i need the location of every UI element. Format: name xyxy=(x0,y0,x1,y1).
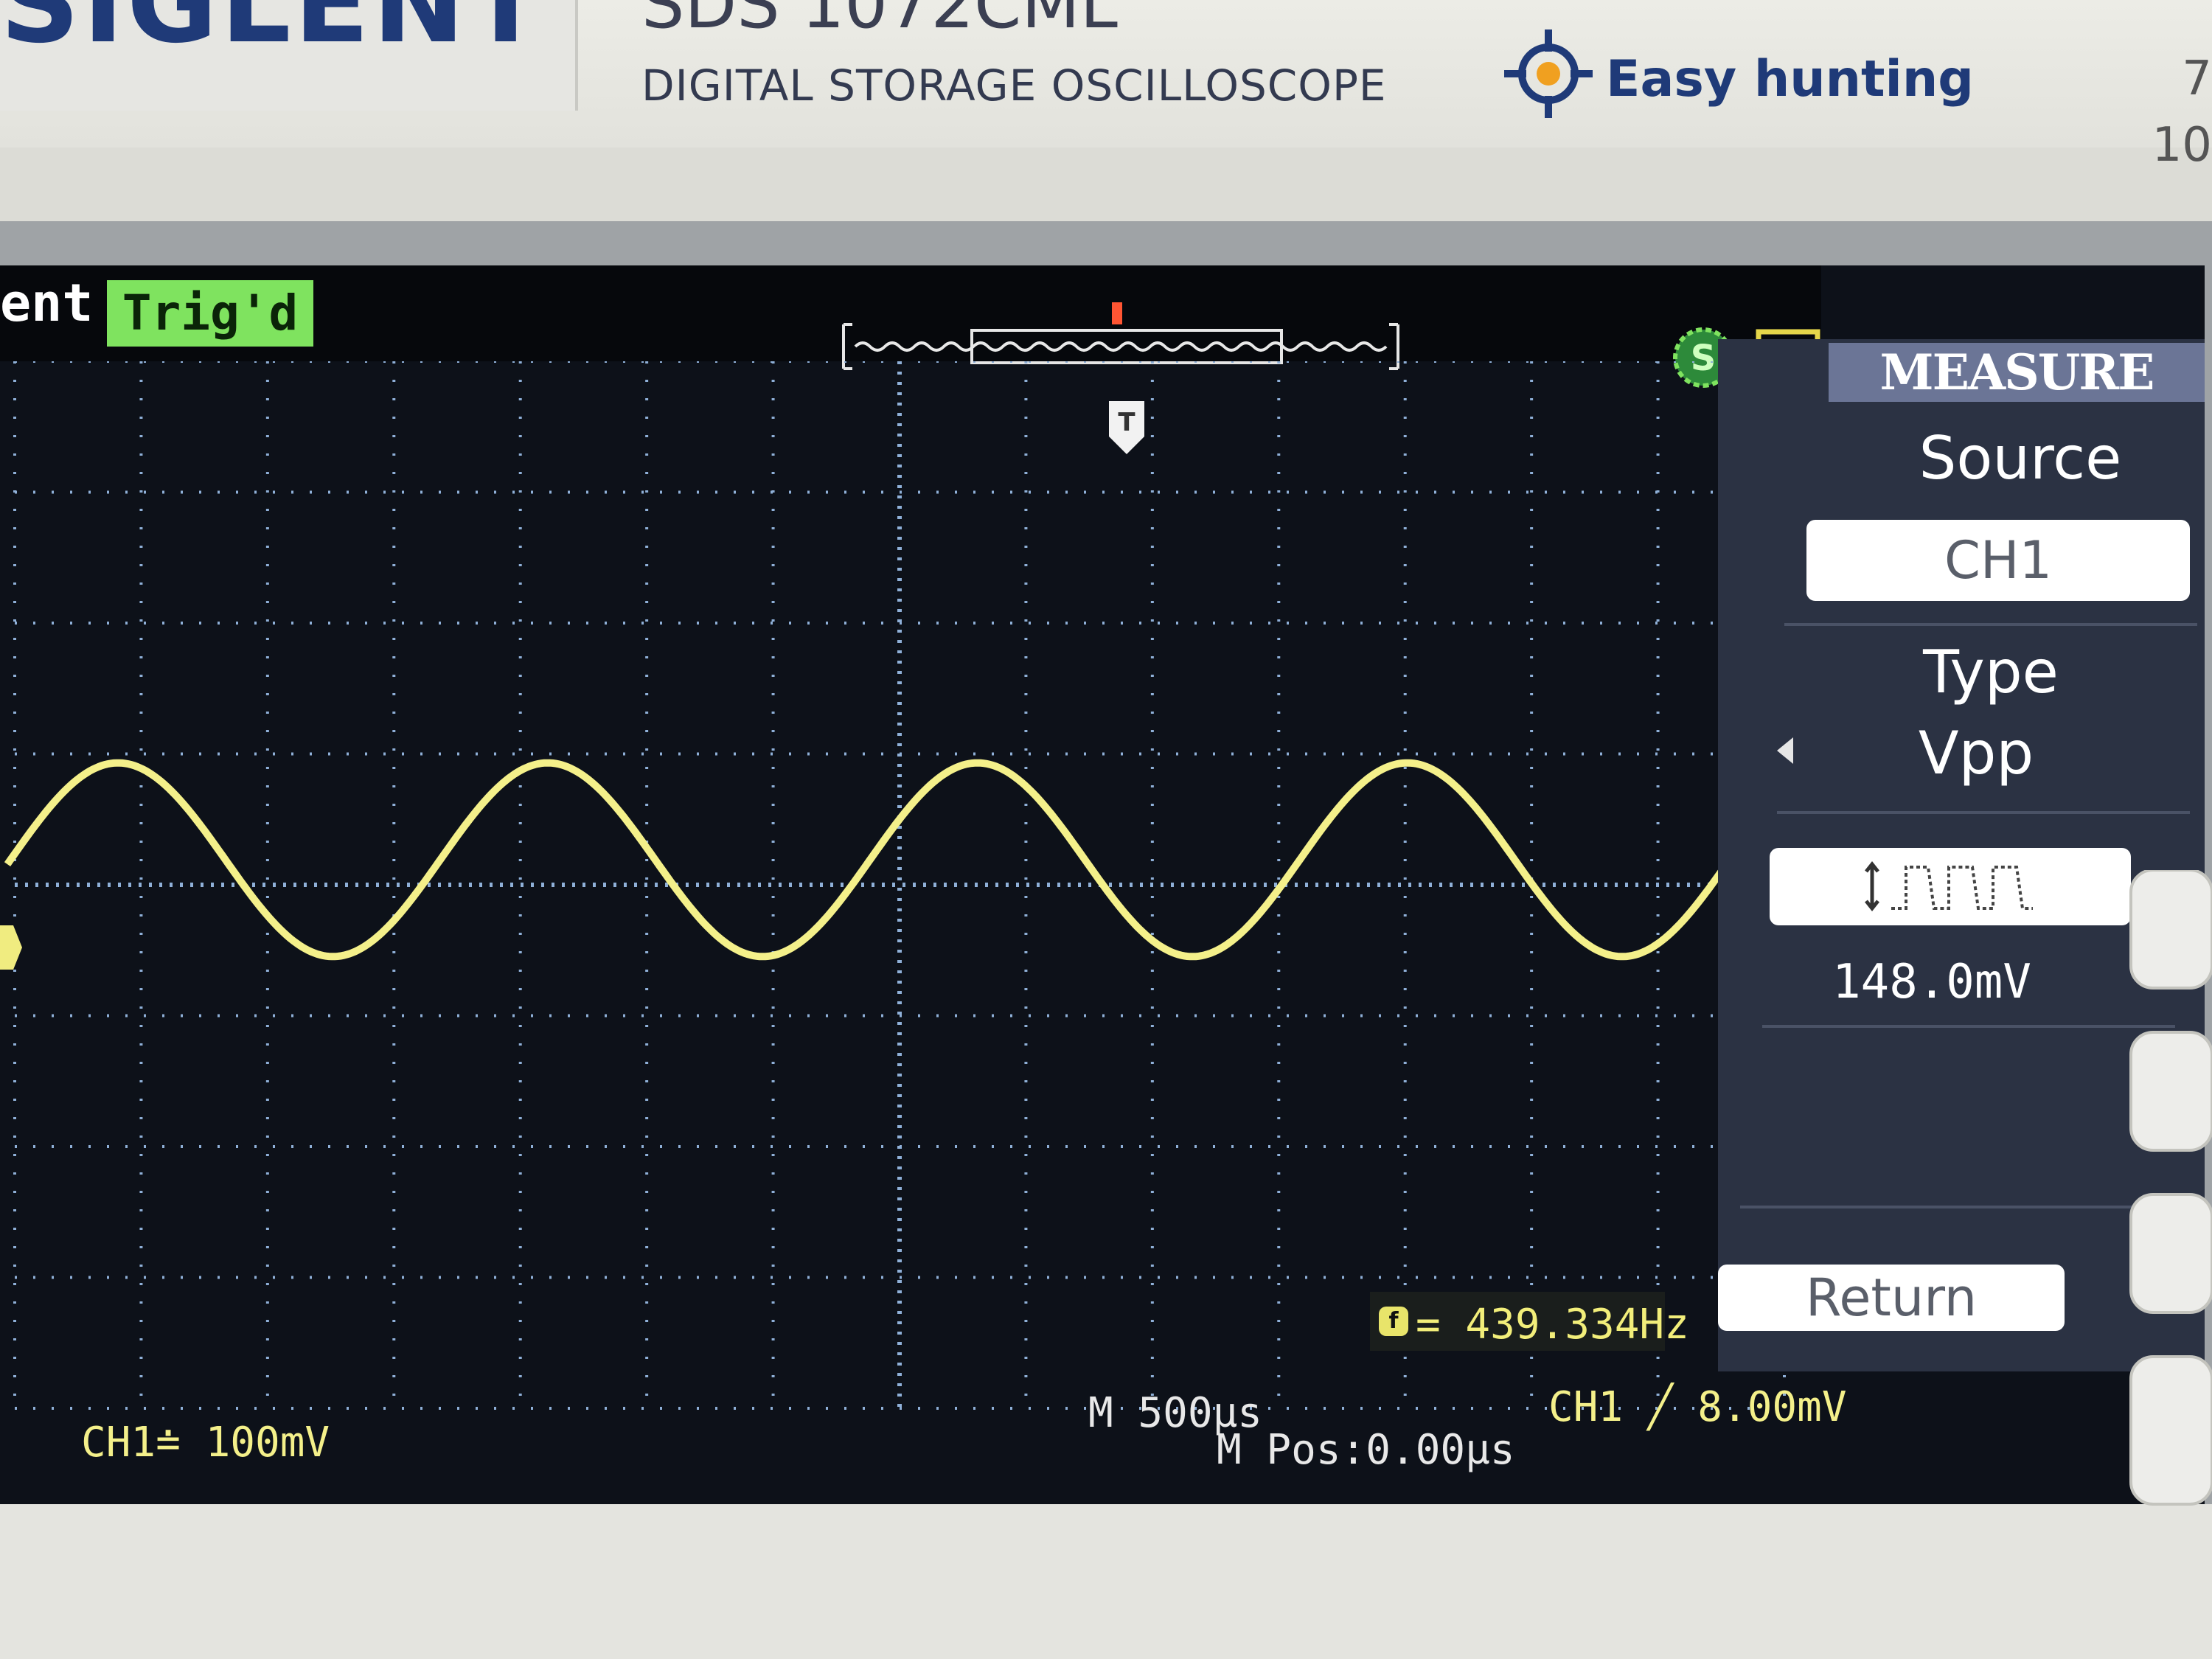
brand-panel: SIGLENT xyxy=(0,0,578,111)
frequency-readout: = 439.334Hz xyxy=(1416,1301,1689,1349)
trigger-status-badge: Trig'd xyxy=(107,280,313,347)
crosshair-icon xyxy=(1504,29,1593,118)
horizontal-position-readout: M Pos:0.00μs xyxy=(1217,1426,1515,1474)
source-label: Source xyxy=(1919,424,2122,493)
softkey-4 xyxy=(2129,1355,2212,1506)
type-label[interactable]: Type xyxy=(1858,638,2124,706)
menu-separator xyxy=(1740,1206,2153,1208)
softkey-column xyxy=(2129,870,2212,1506)
vpp-measurement-value: 148.0mV xyxy=(1832,955,2031,1009)
ch1-scale-readout: CH1≐ 100mV xyxy=(81,1419,330,1467)
model-name: SDS 1072CML xyxy=(641,0,1118,44)
trigger-marker-icon[interactable]: T xyxy=(1105,398,1149,457)
softkey-2 xyxy=(2129,1031,2212,1152)
pulse-measure-icon xyxy=(1865,860,2033,912)
channel-ground-marker-icon[interactable] xyxy=(0,925,22,970)
menu-separator xyxy=(1784,623,2197,626)
menu-title: MEASURE xyxy=(1829,343,2205,402)
ch1-waveform-trace xyxy=(4,759,1765,961)
lower-bezel xyxy=(0,1504,2212,1659)
source-ch1-button[interactable]: CH1 xyxy=(1806,520,2190,601)
waveform-display xyxy=(4,361,1786,1410)
svg-text:T: T xyxy=(1118,408,1135,437)
device-description: DIGITAL STORAGE OSCILLOSCOPE xyxy=(641,60,1387,111)
brand-logo: SIGLENT xyxy=(0,0,546,68)
edge-number-1: 7 xyxy=(2182,52,2212,106)
feature-label: Easy hunting xyxy=(1606,50,1974,108)
trigger-position-tick xyxy=(1112,302,1122,324)
memory-waveform xyxy=(854,341,1388,352)
softkey-3 xyxy=(2129,1193,2212,1314)
edge-number-2: 10 xyxy=(2152,118,2212,173)
type-selector-arrow xyxy=(1777,737,1793,764)
return-button[interactable]: Return xyxy=(1718,1265,2065,1331)
vpp-measure-button[interactable] xyxy=(1770,848,2131,925)
frequency-icon: f xyxy=(1379,1307,1408,1336)
trigger-readout: CH1 ╱ 8.00mV xyxy=(1548,1383,1847,1431)
type-value[interactable]: Vpp xyxy=(1843,719,2109,787)
menu-separator xyxy=(1777,811,2190,814)
acquire-mode-text: ent xyxy=(0,273,94,333)
softkey-1 xyxy=(2129,870,2212,990)
